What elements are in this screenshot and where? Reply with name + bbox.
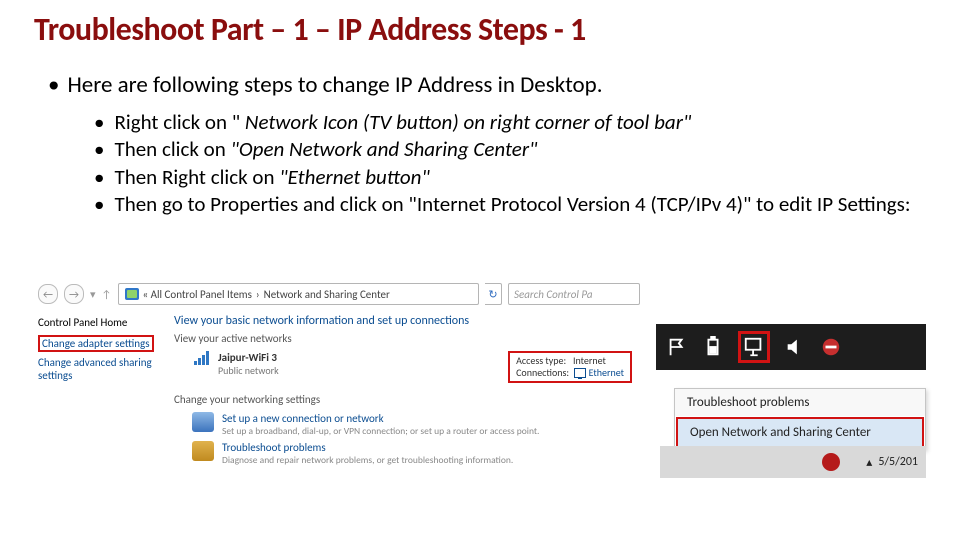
active-network-row: Jaipur-WiFi 3 Public network Access type…: [194, 351, 644, 383]
active-network-name: Jaipur-WiFi 3 Public network: [218, 351, 279, 377]
option-title: Set up a new connection or network: [222, 412, 539, 425]
ethernet-icon: [574, 368, 586, 378]
step-text: Then go to Properties and click on "Inte…: [114, 191, 926, 218]
dropdown-chevron-icon[interactable]: ▾: [90, 288, 96, 301]
bullet-dot: •: [94, 136, 104, 163]
network-icon[interactable]: [743, 336, 765, 358]
connections-label: Connections:: [516, 366, 569, 379]
highlight-box: Change adapter settings: [38, 335, 154, 352]
ns-headline: View your basic network information and …: [174, 314, 644, 328]
menu-item-troubleshoot[interactable]: Troubleshoot problems: [675, 389, 925, 416]
ns-sub: View your active networks: [174, 332, 644, 345]
sidebar-link-advanced[interactable]: Change advanced sharing settings: [38, 356, 166, 382]
troubleshoot-option[interactable]: Troubleshoot problems Diagnose and repai…: [192, 441, 644, 466]
figures-area: ← → ▾ ↑ « All Control Panel Items › Netw…: [34, 280, 926, 532]
taskbar-date: 5/5/201: [878, 455, 918, 469]
sidebar-home[interactable]: Control Panel Home: [38, 316, 166, 329]
menu-item-open-network-sharing[interactable]: Open Network and Sharing Center: [676, 417, 924, 448]
network-sharing-screenshot: ← → ▾ ↑ « All Control Panel Items › Netw…: [34, 280, 644, 466]
spacer: [846, 457, 860, 467]
step-text: Right click on " Network Icon (TV button…: [114, 109, 926, 136]
volume-icon[interactable]: [784, 336, 806, 358]
taskbar-snippet: ▴ 5/5/201: [660, 446, 926, 478]
option-desc: Diagnose and repair network problems, or…: [222, 454, 513, 466]
ethernet-link[interactable]: Ethernet: [574, 366, 624, 379]
new-connection-icon: [192, 412, 214, 432]
step-item: • Right click on " Network Icon (TV butt…: [94, 109, 926, 136]
step-item: • Then Right click on "Ethernet button": [94, 164, 926, 191]
network-name: Jaipur-WiFi 3: [218, 351, 277, 364]
highlight-box: [738, 331, 770, 363]
bullet-dot: •: [48, 71, 59, 99]
flag-icon[interactable]: [666, 336, 688, 358]
ethernet-link-text: Ethernet: [589, 366, 624, 379]
battery-icon[interactable]: [702, 336, 724, 358]
step-item: • Then go to Properties and click on "In…: [94, 191, 926, 218]
trend-micro-icon[interactable]: [822, 453, 840, 471]
bullet-dot: •: [94, 164, 104, 191]
network-type: Public network: [218, 364, 279, 377]
bullet-dot: •: [94, 191, 104, 218]
refresh-button[interactable]: ↻: [485, 283, 502, 305]
step-text: Then Right click on "Ethernet button": [114, 164, 926, 191]
connection-details-box: Access type: Internet Connections: Ether…: [508, 351, 632, 383]
ns-main: View your basic network information and …: [174, 312, 644, 466]
forward-button[interactable]: →: [64, 284, 84, 304]
steps-list: • Right click on " Network Icon (TV butt…: [94, 109, 926, 218]
sidebar-link-adapter[interactable]: Change adapter settings: [38, 335, 166, 352]
control-panel-icon: [125, 288, 139, 300]
setup-connection-option[interactable]: Set up a new connection or network Set u…: [192, 412, 644, 437]
option-title: Troubleshoot problems: [222, 441, 513, 454]
slide-title: Troubleshoot Part – 1 – IP Address Steps…: [34, 10, 926, 49]
slide-root: Troubleshoot Part – 1 – IP Address Steps…: [0, 0, 960, 540]
up-button[interactable]: ↑: [102, 288, 112, 301]
breadcrumb-current: Network and Sharing Center: [264, 288, 390, 301]
bullet-dot: •: [94, 109, 104, 136]
step-item: • Then click on "Open Network and Sharin…: [94, 136, 926, 163]
system-tray: [656, 324, 926, 370]
ns-body: Control Panel Home Change adapter settin…: [34, 312, 644, 466]
blocked-icon[interactable]: [820, 336, 842, 358]
wifi-signal-icon: [194, 351, 210, 365]
intro-bullet: • Here are following steps to change IP …: [34, 71, 926, 99]
taskbar-chevron-icon[interactable]: ▴: [866, 455, 872, 470]
step-text: Then click on "Open Network and Sharing …: [114, 136, 926, 163]
troubleshoot-icon: [192, 441, 214, 461]
explorer-address-bar: ← → ▾ ↑ « All Control Panel Items › Netw…: [34, 280, 644, 308]
change-heading: Change your networking settings: [174, 393, 644, 406]
intro-text: Here are following steps to change IP Ad…: [67, 71, 602, 99]
network-context-menu: Troubleshoot problems Open Network and S…: [674, 388, 926, 450]
ns-sidebar: Control Panel Home Change adapter settin…: [34, 312, 174, 466]
back-button[interactable]: ←: [38, 284, 58, 304]
breadcrumb-parent: « All Control Panel Items: [143, 288, 252, 301]
change-settings-section: Change your networking settings Set up a…: [174, 393, 644, 466]
breadcrumb[interactable]: « All Control Panel Items › Network and …: [118, 283, 480, 305]
search-input[interactable]: Search Control Pa: [508, 283, 640, 305]
option-desc: Set up a broadband, dial-up, or VPN conn…: [222, 425, 539, 437]
breadcrumb-sep: ›: [256, 288, 260, 301]
